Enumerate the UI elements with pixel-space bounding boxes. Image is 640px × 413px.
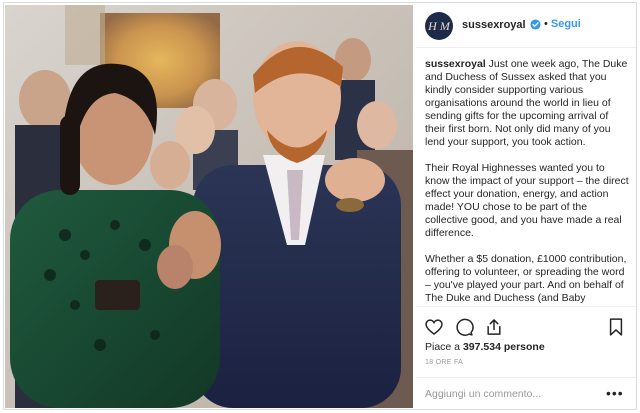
comment-input[interactable] (425, 388, 595, 400)
caption-text-1: Just one week ago, The Duke and Duchess … (425, 58, 628, 148)
post-caption: sussexroyal Just one week ago, The Duke … (425, 58, 629, 306)
likes-count[interactable]: Piace a 397.534 persone (425, 341, 545, 353)
post-timestamp[interactable]: 18 ORE FA (425, 359, 463, 366)
caption-username-link[interactable]: sussexroyal (425, 58, 486, 70)
follow-label: Segui (550, 18, 581, 30)
photo-illustration (5, 5, 413, 408)
caption-paragraph-2: Their Royal Highnesses wanted you to kno… (425, 162, 629, 239)
separator-dot: • (544, 18, 548, 30)
action-bar (416, 306, 636, 343)
post-side-panel: H M sussexroyal • Segui sussexroyal Just … (416, 3, 636, 409)
heart-icon[interactable] (424, 317, 444, 337)
caption-paragraph-3: Whether a $5 donation, £1000 contributio… (425, 253, 627, 306)
more-options-button[interactable]: ••• (606, 386, 624, 400)
avatar[interactable]: H M (425, 12, 453, 40)
caption-paragraph-1: sussexroyal Just one week ago, The Duke … (425, 58, 629, 149)
comment-icon[interactable] (454, 317, 474, 337)
likes-number: 397.534 (462, 341, 501, 353)
avatar-monogram: H M (428, 18, 450, 33)
comment-bar: ••• (416, 377, 636, 410)
post-header: H M sussexroyal • Segui (416, 3, 636, 48)
verified-badge-icon (530, 19, 541, 30)
bookmark-icon[interactable] (606, 317, 626, 337)
post-photo[interactable] (5, 5, 413, 408)
follow-button[interactable]: • Segui (544, 18, 581, 30)
likes-suffix: persone (503, 341, 545, 353)
share-icon[interactable] (484, 317, 504, 337)
username-link[interactable]: sussexroyal (462, 19, 526, 31)
likes-prefix: Piace a (425, 341, 461, 353)
